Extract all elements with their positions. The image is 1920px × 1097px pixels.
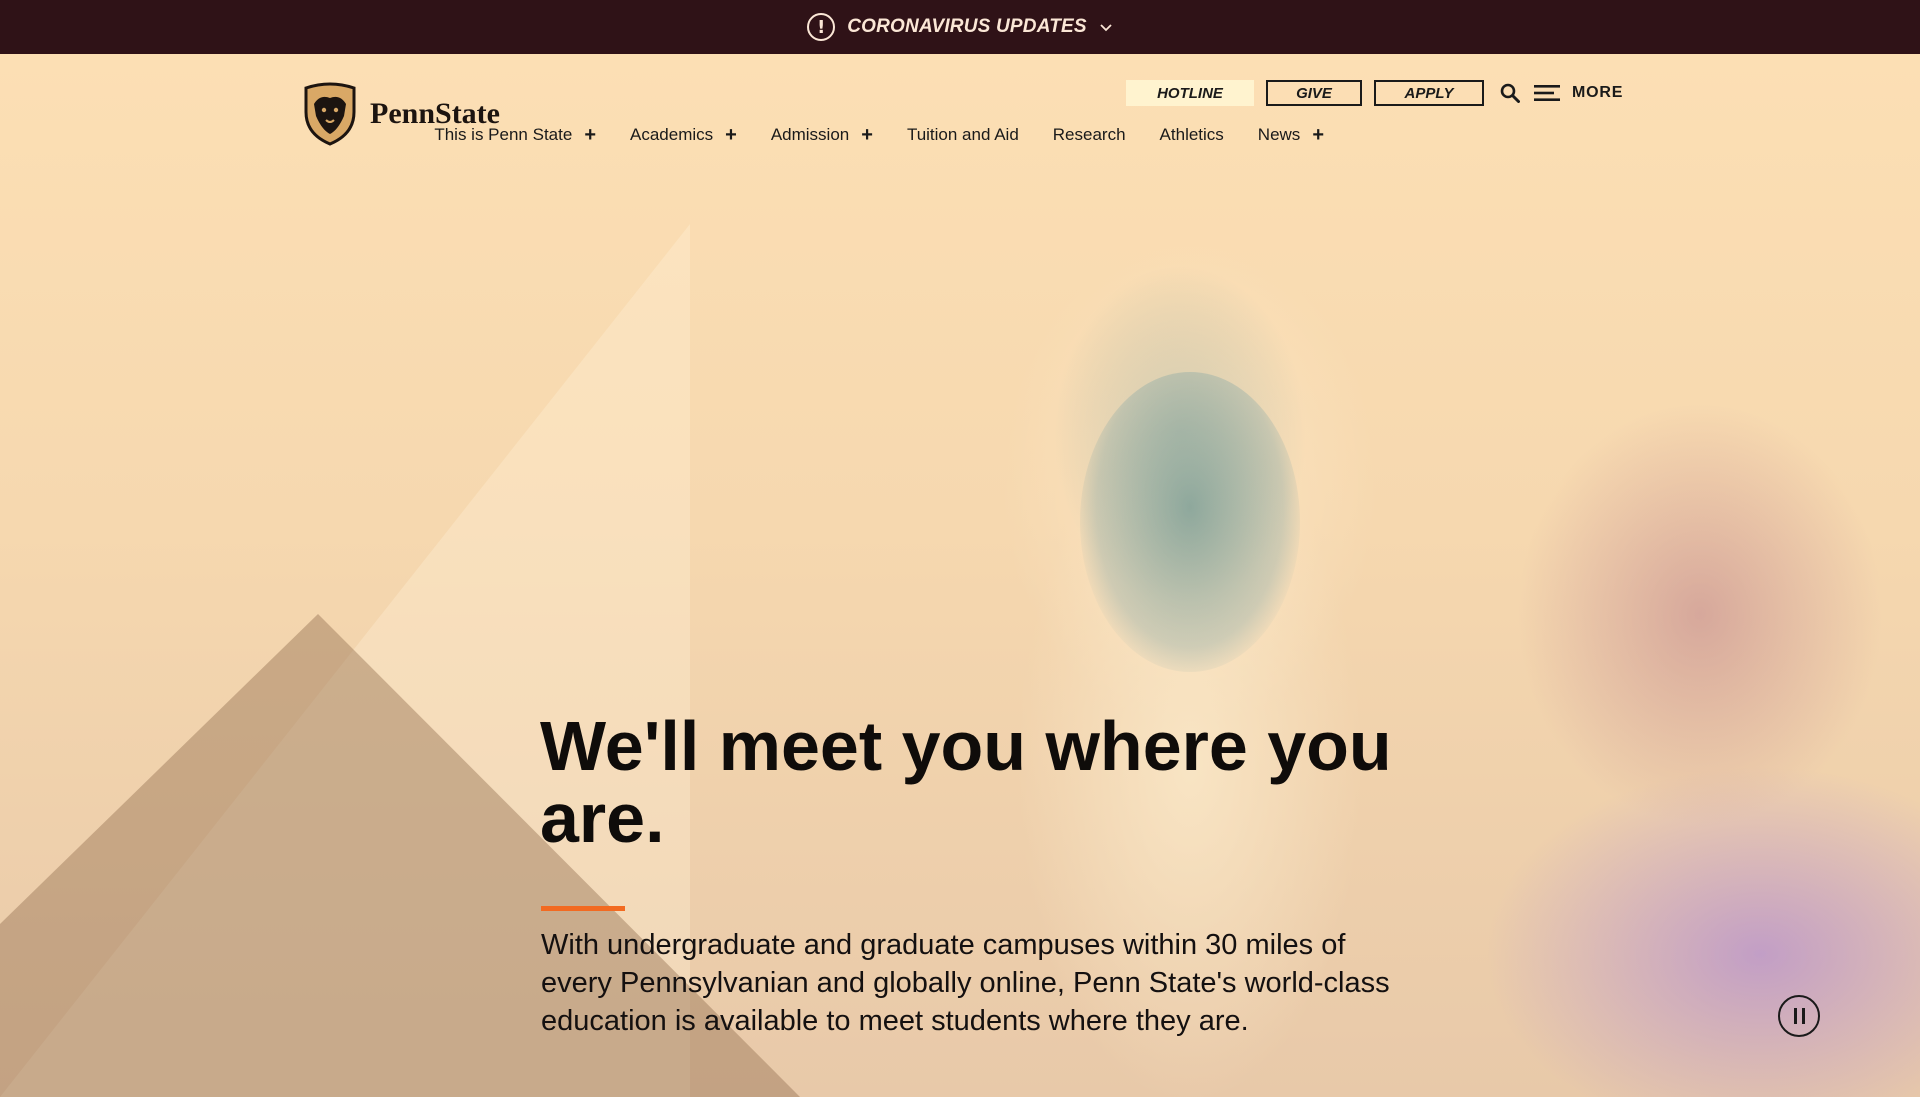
exclamation-circle-icon: ! bbox=[807, 13, 836, 41]
nav-item-research[interactable]: Research bbox=[1053, 125, 1126, 145]
apply-button[interactable]: APPLY bbox=[1374, 80, 1484, 106]
nav-item-admission[interactable]: Admission + bbox=[771, 125, 873, 145]
expand-plus-icon[interactable]: + bbox=[1312, 125, 1324, 145]
nav-item-news[interactable]: News + bbox=[1258, 125, 1324, 145]
nav-item-label: News bbox=[1257, 125, 1301, 144]
nav-item-label: Admission bbox=[770, 125, 850, 144]
pause-video-button[interactable] bbox=[1778, 995, 1820, 1037]
nittany-lion-shield-icon bbox=[304, 82, 356, 146]
search-icon[interactable] bbox=[1500, 83, 1520, 103]
hero-headline: We'll meet you where you are. bbox=[540, 707, 1392, 857]
nav-item-label: This is Penn State bbox=[434, 125, 573, 144]
nav-item-label: Academics bbox=[630, 125, 714, 144]
chevron-down-icon bbox=[1100, 24, 1112, 32]
nav-item-athletics[interactable]: Athletics bbox=[1160, 125, 1224, 145]
nav-item-academics[interactable]: Academics + bbox=[630, 125, 737, 145]
accent-divider bbox=[541, 906, 625, 911]
nav-item-label: Athletics bbox=[1159, 125, 1224, 144]
hero-body-text: With undergraduate and graduate campuses… bbox=[541, 929, 1390, 1037]
pause-icon bbox=[1801, 1008, 1805, 1024]
expand-plus-icon[interactable]: + bbox=[861, 125, 873, 145]
utility-nav: HOTLINE GIVE APPLY MORE bbox=[1126, 80, 1623, 106]
more-menu-label[interactable]: MORE bbox=[1572, 84, 1623, 102]
nav-item-label: Tuition and Aid bbox=[906, 125, 1019, 144]
hotline-button[interactable]: HOTLINE bbox=[1126, 80, 1254, 106]
alert-label: CORONAVIRUS UPDATES bbox=[847, 16, 1087, 37]
give-button[interactable]: GIVE bbox=[1266, 80, 1362, 106]
hamburger-menu-icon[interactable] bbox=[1534, 84, 1560, 102]
nav-item-this-is-penn-state[interactable]: This is Penn State + bbox=[434, 125, 596, 145]
main-nav: This is Penn State + Academics + Admissi… bbox=[434, 125, 1324, 145]
nav-item-label: Research bbox=[1052, 125, 1126, 144]
expand-plus-icon[interactable]: + bbox=[725, 125, 737, 145]
nav-item-tuition-and-aid[interactable]: Tuition and Aid bbox=[907, 125, 1019, 145]
alert-bar[interactable]: ! CORONAVIRUS UPDATES bbox=[0, 0, 1920, 54]
pause-icon bbox=[1793, 1008, 1797, 1024]
expand-plus-icon[interactable]: + bbox=[584, 125, 596, 145]
